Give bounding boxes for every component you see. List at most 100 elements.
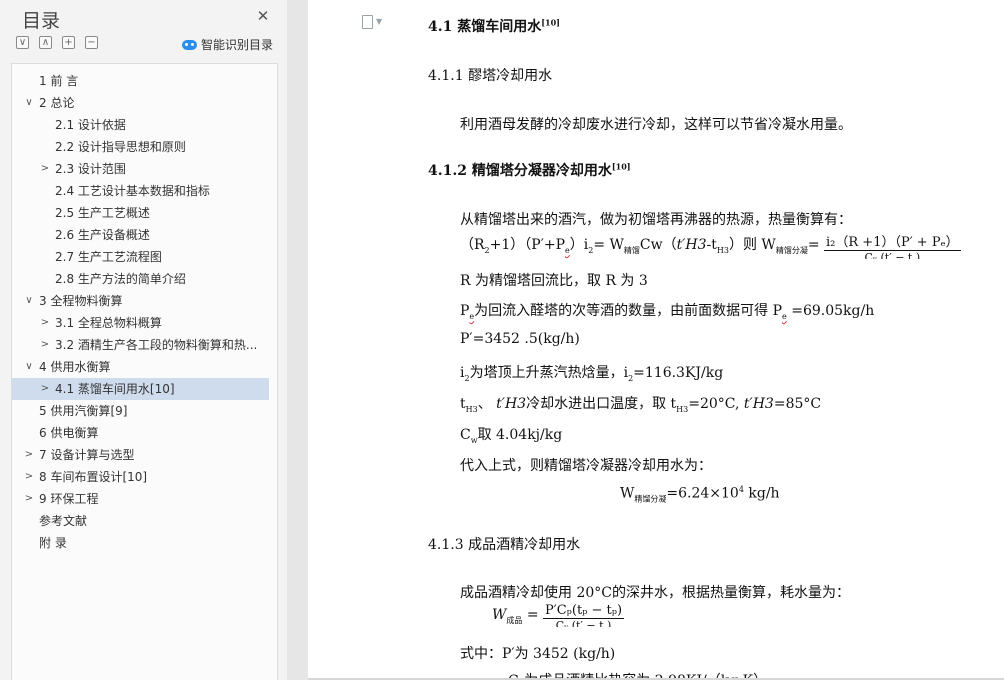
toc-item-label: 2.7 生产工艺流程图 (55, 250, 162, 264)
chevron-right-icon[interactable]: > (39, 378, 51, 400)
toc-item[interactable]: ∨ 2 总论 (12, 92, 277, 114)
panel-splitter[interactable] (287, 0, 308, 680)
collapse-all-button[interactable]: ∨ (16, 36, 29, 49)
toc-item[interactable]: ∨ 3 全程物料衡算 (12, 290, 277, 312)
chevron-right-icon[interactable]: > (23, 444, 35, 466)
toc-item-label: 2.3 设计范围 (55, 162, 126, 176)
toc-item-label: 9 环保工程 (39, 492, 99, 506)
toc-item-label: 1 前 言 (39, 74, 79, 88)
toc-item-label: 2.1 设计依据 (55, 118, 126, 132)
paragraph: P′=3452 .5(kg/h) (460, 331, 580, 347)
toc-item-label: 2.5 生产工艺概述 (55, 206, 150, 220)
smart-toc-label: 智能识别目录 (201, 38, 274, 52)
equation-product-cooling: W成品 = P′Cₚ(tₚ − tₚ) Cᵥ (t′ − t ) (492, 603, 625, 627)
paragraph: Cw取 4.04kj/kg (460, 427, 563, 445)
toc-item-label: 3.1 全程总物料概算 (55, 316, 162, 330)
chevron-down-icon[interactable]: ∨ (23, 92, 35, 114)
toc-item[interactable]: 参考文献 (12, 510, 277, 532)
heading-4-1: 4.1 蒸馏车间用水[10] (428, 17, 560, 35)
paragraph: 成品酒精冷却使用 20°C的深井水，根据热量衡算，耗水量为： (460, 585, 850, 601)
page-options-button[interactable]: ▼ (362, 14, 382, 29)
toc-item[interactable]: >4.1 蒸馏车间用水[10] (12, 378, 269, 400)
toc-item[interactable]: ∨ 4 供用水衡算 (12, 356, 277, 378)
paragraph: 利用酒母发酵的冷却废水进行冷却，这样可以节省冷凝水用量。 (460, 117, 852, 133)
expand-all-button[interactable]: ∧ (39, 36, 52, 49)
chevron-down-icon[interactable]: ∨ (23, 356, 35, 378)
paragraph: Pe为回流入醛塔的次等酒的数量，由前面数据可得 Pe =69.05kg/h (460, 303, 875, 321)
toc-item[interactable]: 1 前 言 (12, 70, 277, 92)
toc-item-label: 4.1 蒸馏车间用水[10] (55, 382, 175, 396)
toc-sidebar: 目录 ✕ ∨ ∧ + − 智能识别目录 1 前 言 ∨ 2 总论 2.1 设计依据 2.… (0, 0, 287, 680)
chevron-right-icon[interactable]: > (39, 312, 51, 334)
toc-list: 1 前 言 ∨ 2 总论 2.1 设计依据 2.2 设计指导思想和原则 >2.3 设计范围… (11, 63, 278, 680)
add-heading-button[interactable]: + (62, 36, 75, 49)
toc-item[interactable]: 2.5 生产工艺概述 (12, 202, 277, 224)
sidebar-title: 目录 (22, 10, 61, 32)
toc-item[interactable]: >7 设备计算与选型 (12, 444, 277, 466)
paragraph: 从精馏塔出来的酒汽，做为初馏塔再沸器的热源，热量衡算有： (460, 212, 852, 228)
equation-result: W精馏分凝=6.24×104 kg/h (620, 485, 780, 504)
smart-toc-button[interactable]: 智能识别目录 (182, 36, 273, 53)
toc-item-label: 2 总论 (39, 96, 75, 110)
chevron-down-icon[interactable]: ∨ (23, 290, 35, 312)
toc-item[interactable]: 2.7 生产工艺流程图 (12, 246, 277, 268)
chevron-right-icon[interactable]: > (39, 158, 51, 180)
document-icon (362, 14, 373, 29)
heading-4-1-1: 4.1.1 醪塔冷却用水 (428, 68, 553, 84)
equation-heat-balance: （R2+1）（P′+Pe）i2= W精馏Cw（t′H3-tH3）则 W精馏分凝=… (460, 231, 961, 259)
document-page: 4.1 蒸馏车间用水[10] 4.1.1 醪塔冷却用水 利用酒母发酵的冷却废水进… (308, 0, 1004, 680)
toc-item-label: 3 全程物料衡算 (39, 294, 123, 308)
toc-item-label: 7 设备计算与选型 (39, 448, 135, 462)
toc-item[interactable]: 6 供电衡算 (12, 422, 277, 444)
toc-item-label: 2.8 生产方法的简单介绍 (55, 272, 186, 286)
toc-item-label: 2.4 工艺设计基本数据和指标 (55, 184, 210, 198)
toc-item-label: 2.2 设计指导思想和原则 (55, 140, 186, 154)
toc-item[interactable]: >3.2 酒精生产各工段的物料衡算和热... (12, 334, 277, 356)
toc-item[interactable]: >8 车间布置设计[10] (12, 466, 277, 488)
paragraph: i2为塔顶上升蒸汽热焓量，i2=116.3KJ/kg (460, 365, 724, 383)
toc-item-label: 5 供用汽衡算[9] (39, 404, 128, 418)
heading-4-1-3: 4.1.3 成品酒精冷却用水 (428, 537, 581, 553)
chevron-right-icon[interactable]: > (23, 466, 35, 488)
toc-item[interactable]: >2.3 设计范围 (12, 158, 277, 180)
remove-heading-button[interactable]: − (85, 36, 98, 49)
paragraph: 式中：P′为 3452 (kg/h) (460, 646, 616, 662)
paragraph: tH3、 t′H3冷却水进出口温度，取 tH3=20°C, t′H3=85°C (460, 396, 822, 414)
toc-item[interactable]: 5 供用汽衡算[9] (12, 400, 277, 422)
toc-item[interactable]: 2.1 设计依据 (12, 114, 277, 136)
chevron-right-icon[interactable]: > (39, 334, 51, 356)
toc-item-label: 2.6 生产设备概述 (55, 228, 150, 242)
toc-item-label: 6 供电衡算 (39, 426, 99, 440)
toc-toolbar: ∨ ∧ + − (16, 36, 98, 49)
paragraph: R 为精馏塔回流比，取 R 为 3 (460, 273, 648, 289)
toc-item[interactable]: 2.8 生产方法的简单介绍 (12, 268, 277, 290)
toc-item[interactable]: 2.2 设计指导思想和原则 (12, 136, 277, 158)
heading-4-1-2: 4.1.2 精馏塔分凝器冷却用水[10] (428, 161, 631, 179)
paragraph: 代入上式，则精馏塔冷凝器冷却用水为： (460, 458, 712, 474)
toc-item-label: 参考文献 (39, 514, 88, 528)
chevron-right-icon[interactable]: > (23, 488, 35, 510)
toc-item[interactable]: 2.4 工艺设计基本数据和指标 (12, 180, 277, 202)
close-icon[interactable]: ✕ (255, 8, 271, 24)
toc-item[interactable]: >3.1 全程总物料概算 (12, 312, 277, 334)
toc-item[interactable]: 附 录 (12, 532, 277, 554)
toc-item[interactable]: 2.6 生产设备概述 (12, 224, 277, 246)
caret-down-icon: ▼ (376, 17, 383, 26)
toc-item-label: 附 录 (39, 536, 67, 550)
toc-item-label: 8 车间布置设计[10] (39, 470, 148, 484)
toc-item[interactable]: >9 环保工程 (12, 488, 277, 510)
toc-item-label: 3.2 酒精生产各工段的物料衡算和热... (55, 338, 258, 352)
cloud-ai-icon (182, 39, 197, 50)
